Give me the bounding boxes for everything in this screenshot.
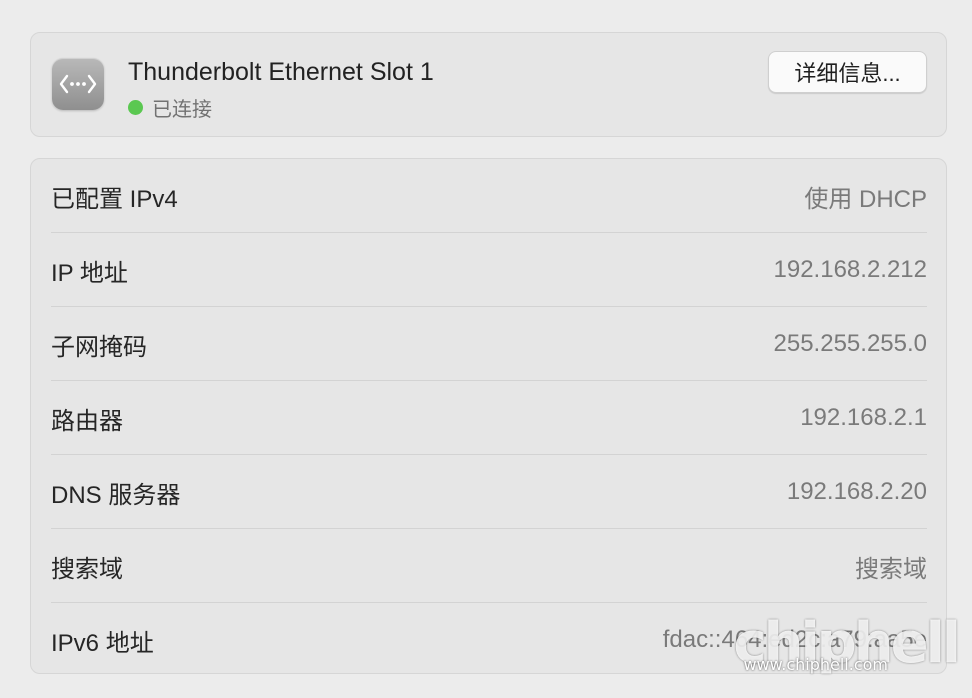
connection-status: 已连接 (128, 93, 212, 122)
row-value: 192.168.2.20 (786, 478, 927, 505)
row-label: DNS 服务器 (51, 481, 181, 509)
row-label: IPv6 地址 (51, 629, 154, 657)
details-button[interactable]: 详细信息... (768, 51, 927, 93)
row-value: 使用 DHCP (804, 185, 927, 213)
row-value: 255.255.255.0 (773, 330, 927, 357)
row-configure-ipv4: 已配置 IPv4 使用 DHCP (51, 159, 927, 233)
row-label: 子网掩码 (51, 333, 147, 361)
network-service-header: Thunderbolt Ethernet Slot 1 已连接 详细信息... (30, 32, 947, 137)
row-search-domains: 搜索域 搜索域 (51, 529, 927, 603)
row-ip-address: IP 地址 192.168.2.212 (51, 233, 927, 307)
row-value: fdac::464:ed2c:a79:aa5e (662, 626, 927, 653)
row-ipv6-address: IPv6 地址 fdac::464:ed2c:a79:aa5e (51, 603, 927, 677)
row-label: 搜索域 (51, 555, 123, 583)
row-subnet-mask: 子网掩码 255.255.255.0 (51, 307, 927, 381)
status-dot-icon (128, 100, 143, 115)
status-text: 已连接 (152, 99, 212, 121)
row-dns-servers: DNS 服务器 192.168.2.20 (51, 455, 927, 529)
service-name: Thunderbolt Ethernet Slot 1 (128, 58, 434, 86)
ethernet-icon (52, 58, 104, 110)
row-label: IP 地址 (51, 259, 128, 287)
row-value: 192.168.2.212 (773, 256, 927, 283)
row-value: 搜索域 (855, 555, 927, 583)
row-value: 192.168.2.1 (800, 404, 927, 431)
row-label: 已配置 IPv4 (51, 185, 178, 213)
row-label: 路由器 (51, 407, 123, 435)
row-router: 路由器 192.168.2.1 (51, 381, 927, 455)
network-info-list: 已配置 IPv4 使用 DHCP IP 地址 192.168.2.212 子网掩… (30, 158, 947, 674)
